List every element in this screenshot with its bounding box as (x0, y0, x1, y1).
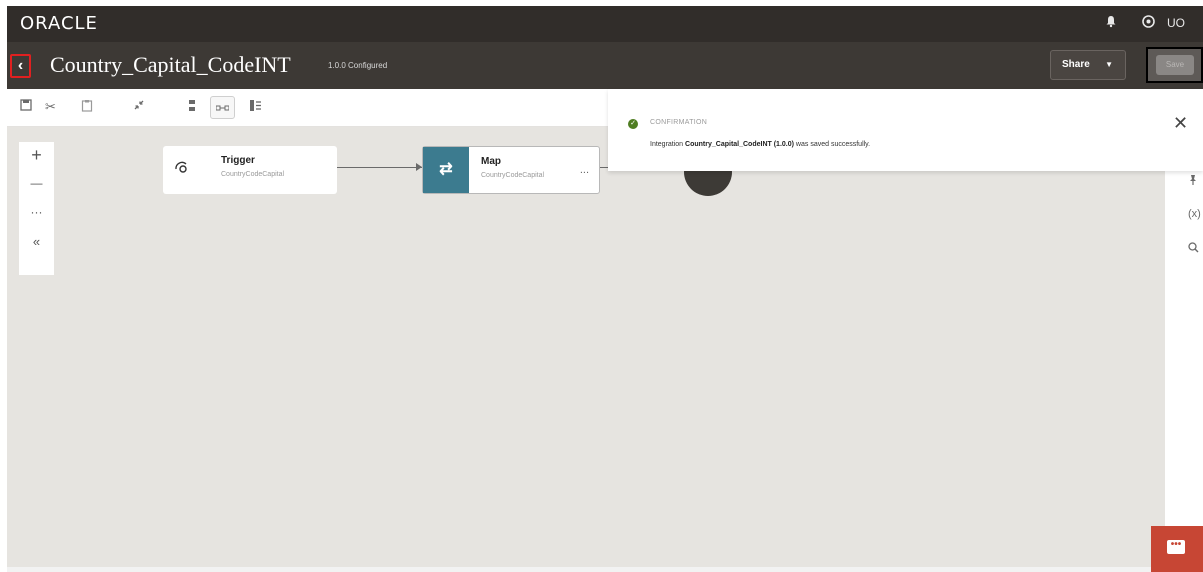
zoom-more-button[interactable]: ··· (19, 205, 54, 219)
share-label: Share (1062, 59, 1090, 70)
horizontal-layout-icon[interactable] (210, 96, 235, 119)
pseudo-view-icon[interactable] (249, 99, 262, 115)
map-swap-icon: ⇄ (423, 147, 469, 193)
collapse-panel-button[interactable]: « (19, 234, 54, 249)
toast-header: CONFIRMATION (650, 119, 708, 126)
map-node-subtitle: CountryCodeCapital (481, 172, 545, 179)
toast-message: Integration Country_Capital_CodeINT (1.0… (650, 141, 870, 148)
zoom-controls: + — ··· « (19, 142, 54, 275)
page-title: Country_Capital_CodeINT (50, 52, 291, 77)
zoom-out-button[interactable]: — (19, 176, 54, 190)
map-node-more-button[interactable]: ... (580, 164, 589, 176)
save-icon[interactable] (20, 99, 32, 114)
integration-title-bar: ‹ Country_Capital_CodeINT 1.0.0 Configur… (7, 42, 1203, 89)
toast-message-suffix: was saved successfully. (795, 141, 871, 148)
trigger-icon (174, 160, 190, 178)
cut-icon[interactable]: ✂ (45, 99, 56, 115)
collapse-icon[interactable] (133, 99, 145, 114)
search-icon[interactable] (1188, 242, 1199, 256)
share-button[interactable]: Share ▼ (1050, 50, 1126, 80)
close-icon[interactable]: ✕ (1173, 113, 1188, 134)
user-avatar[interactable]: UO (1167, 16, 1185, 30)
bell-icon[interactable] (1105, 15, 1117, 31)
save-label: Save (1156, 55, 1194, 75)
toast-integration-name: Country_Capital_CodeINT (1.0.0) (685, 141, 794, 148)
bottom-scrollbar[interactable] (7, 567, 1203, 572)
flow-connector (337, 167, 422, 168)
success-check-icon: ✓ (628, 119, 638, 129)
trigger-node-subtitle: CountryCodeCapital (221, 171, 285, 178)
chat-button[interactable]: ••• (1151, 526, 1203, 572)
right-rail (1165, 127, 1203, 567)
toast-message-prefix: Integration (650, 141, 684, 148)
chat-bubble-icon: ••• (1167, 540, 1185, 554)
version-status-badge: 1.0.0 Configured (328, 61, 388, 70)
vertical-layout-icon[interactable] (188, 99, 196, 115)
paste-icon[interactable] (81, 99, 93, 115)
pin-icon[interactable] (1188, 174, 1198, 189)
help-circle-icon[interactable] (1142, 15, 1155, 31)
map-node[interactable]: ⇄ Map CountryCodeCapital ... (422, 146, 600, 194)
save-button[interactable]: Save (1146, 47, 1203, 83)
confirmation-toast: ✓ CONFIRMATION Integration Country_Capit… (608, 89, 1203, 171)
variables-icon[interactable]: (x) (1188, 208, 1201, 220)
trigger-node[interactable]: Trigger CountryCodeCapital (163, 146, 337, 194)
trigger-node-title: Trigger (221, 155, 255, 166)
oracle-logo: ORACLE (20, 13, 98, 34)
map-node-title: Map (481, 156, 501, 167)
chevron-down-icon: ▼ (1105, 60, 1113, 69)
flow-connector-end (600, 167, 608, 168)
zoom-in-button[interactable]: + (19, 145, 54, 166)
back-button[interactable]: ‹ (10, 54, 31, 78)
top-header-bar: ORACLE UO (7, 6, 1203, 42)
